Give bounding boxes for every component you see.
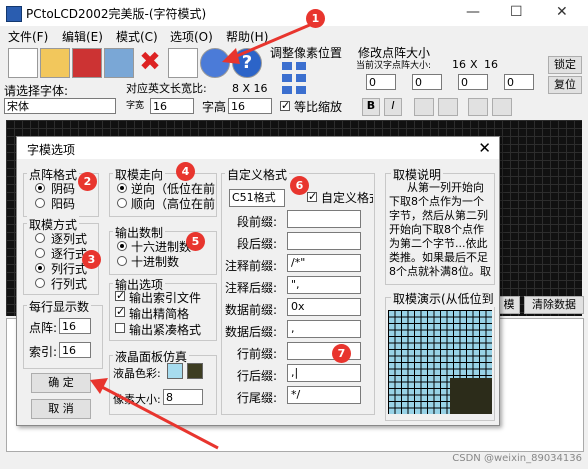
arrow-to-settings	[231, 22, 313, 60]
arrow-head-ok	[90, 378, 108, 394]
watermark-text: CSDN @weixin_89034136	[452, 453, 582, 464]
status-bar: CSDN @weixin_89034136	[0, 452, 588, 469]
annotation-arrows	[90, 22, 313, 450]
arrow-head-settings	[222, 48, 240, 64]
arrow-to-ok	[99, 384, 219, 450]
